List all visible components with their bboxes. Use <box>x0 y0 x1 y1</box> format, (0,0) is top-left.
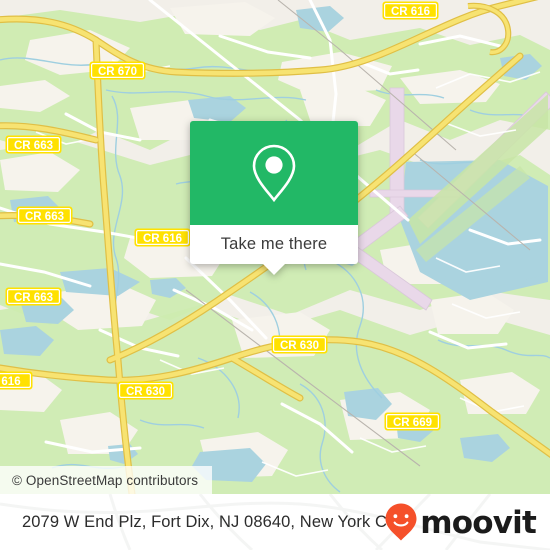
moovit-brand[interactable]: moovit <box>384 494 537 550</box>
take-me-there-label: Take me there <box>220 235 328 253</box>
road-shield-label: CR 630 <box>126 386 165 398</box>
road-shield-label: CR 670 <box>98 66 137 78</box>
road-shield-label: CR 669 <box>393 417 432 429</box>
map-pin-icon <box>252 144 296 203</box>
road-shield: CR 630 <box>117 381 174 400</box>
footer-bar: 2079 W End Plz, Fort Dix, NJ 08640, New … <box>0 494 550 550</box>
moovit-wordmark: moovit <box>420 504 537 541</box>
road-shield: CR 663 <box>16 206 73 225</box>
road-shield: CR 616 <box>134 228 191 247</box>
moovit-smiley-pin-icon <box>385 503 417 541</box>
road-shield: CR 630 <box>271 335 328 354</box>
callout-tail <box>263 264 285 275</box>
road-shield: CR 669 <box>384 412 441 431</box>
road-shield-label: CR 616 <box>391 6 430 18</box>
callout-icon-panel <box>190 121 358 225</box>
road-shield-label: CR 630 <box>280 340 319 352</box>
road-shield-label: CR 663 <box>14 292 53 304</box>
road-shield: CR 663 <box>5 287 62 306</box>
road-shield: CR 616 <box>382 1 439 20</box>
callout-action-panel[interactable]: Take me there <box>190 225 358 275</box>
road-shield-label: CR 663 <box>25 211 64 223</box>
road-shield-label: 616 <box>1 376 20 388</box>
road-shield: 616 <box>0 371 33 390</box>
road-shield: CR 670 <box>89 61 146 80</box>
road-shield-label: CR 616 <box>143 233 182 245</box>
osm-attribution: © OpenStreetMap contributors <box>0 466 213 494</box>
address-label: 2079 W End Plz, Fort Dix, NJ 08640, New … <box>22 512 404 531</box>
map-screenshot-root: CR 616 CR 670 CR 663 CR 663 CR 616 CR 663 CR 6… <box>0 0 550 550</box>
road-shield: CR 663 <box>5 135 62 154</box>
destination-callout-card[interactable]: Take me there <box>190 121 358 275</box>
road-shield-label: CR 663 <box>14 140 53 152</box>
